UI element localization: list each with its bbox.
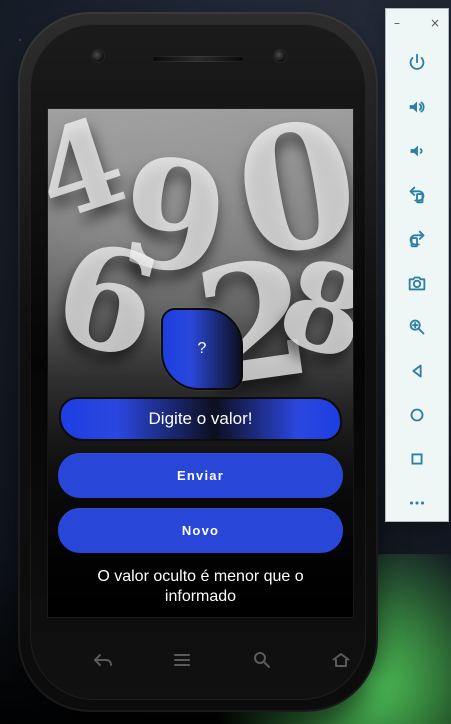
android-navigation-bar: [86, 640, 358, 680]
send-button[interactable]: Enviar: [58, 453, 343, 498]
emulator-phone: 4 9 0 6 2 8 ? Digite o valor! Enviar Nov…: [18, 12, 378, 712]
panel-actions: [386, 41, 448, 521]
camera-icon[interactable]: [400, 269, 434, 297]
hidden-value-text: ?: [197, 340, 207, 357]
result-message: O valor oculto é menor que o informado: [97, 568, 304, 605]
close-icon[interactable]: ×: [430, 16, 440, 30]
overview-square-icon[interactable]: [400, 445, 434, 473]
new-button[interactable]: Novo: [58, 508, 343, 553]
rotate-left-icon[interactable]: [400, 181, 434, 209]
rotate-right-icon[interactable]: [400, 225, 434, 253]
back-triangle-icon[interactable]: [400, 357, 434, 385]
value-input-text: Digite o valor!: [148, 409, 253, 428]
volume-up-icon[interactable]: [400, 93, 434, 121]
value-input[interactable]: Digite o valor!: [59, 397, 342, 441]
zoom-icon[interactable]: [400, 313, 434, 341]
new-button-label: Novo: [181, 523, 220, 538]
hidden-value-indicator: ?: [161, 308, 243, 390]
menu-icon[interactable]: [165, 646, 199, 674]
home-circle-icon[interactable]: [400, 401, 434, 429]
volume-down-icon[interactable]: [400, 137, 434, 165]
minimize-icon[interactable]: –: [394, 16, 400, 30]
back-icon[interactable]: [86, 646, 120, 674]
earpiece: [152, 56, 244, 62]
send-button-label: Enviar: [177, 468, 224, 483]
power-icon[interactable]: [400, 49, 434, 77]
emulator-side-panel: – ×: [385, 8, 449, 522]
panel-window-controls: – ×: [386, 9, 448, 37]
search-icon[interactable]: [245, 646, 279, 674]
front-sensor-left: [92, 50, 104, 62]
home-icon[interactable]: [324, 646, 358, 674]
front-camera: [274, 50, 286, 62]
app-screen: 4 9 0 6 2 8 ? Digite o valor! Enviar Nov…: [48, 109, 353, 617]
more-icon[interactable]: [400, 489, 434, 517]
